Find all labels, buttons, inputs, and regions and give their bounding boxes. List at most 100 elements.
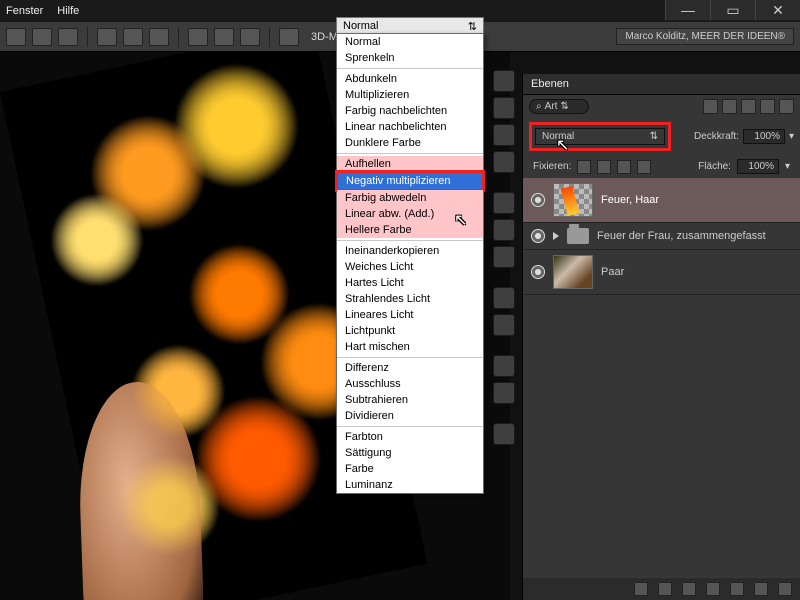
search-icon: ⌕	[536, 101, 542, 112]
blend-menu-item[interactable]: Lineares Licht	[337, 307, 483, 323]
blend-menu-item[interactable]: Ausschluss	[337, 376, 483, 392]
group-icon[interactable]	[730, 582, 744, 596]
blend-menu-item[interactable]: Farbton	[337, 429, 483, 445]
fill-value[interactable]: 100%	[737, 159, 779, 174]
filter-smart-icon[interactable]	[779, 99, 794, 114]
blend-mode-panel-select[interactable]: Normal ⇅	[535, 128, 665, 145]
opacity-value[interactable]: 100%	[743, 129, 785, 144]
blend-menu-item[interactable]: Normal	[337, 34, 483, 50]
blend-menu-item[interactable]: Negativ multiplizieren	[338, 173, 482, 189]
lock-pixels-icon[interactable]	[597, 160, 611, 174]
layer-row[interactable]: Feuer, Haar	[523, 178, 800, 223]
panel-icon-6[interactable]	[493, 219, 515, 241]
layers-panel-footer	[523, 578, 800, 600]
blend-menu-item[interactable]: Multiplizieren	[337, 87, 483, 103]
folder-icon	[567, 228, 589, 244]
window-minimize[interactable]: —	[665, 0, 710, 20]
layer-name[interactable]: Feuer, Haar	[601, 194, 659, 206]
menu-separator	[337, 240, 483, 241]
menu-separator	[337, 357, 483, 358]
blend-menu-item[interactable]: Luminanz	[337, 477, 483, 493]
align-left-icon[interactable]	[6, 28, 26, 46]
filter-adjust-icon[interactable]	[722, 99, 737, 114]
cursor-icon: ↖	[556, 135, 569, 155]
panel-icon-2[interactable]	[493, 97, 515, 119]
blend-menu-item[interactable]: Farbe	[337, 461, 483, 477]
lock-trans-icon[interactable]	[577, 160, 591, 174]
blend-menu-item[interactable]: Hartes Licht	[337, 275, 483, 291]
mask-icon[interactable]	[682, 582, 696, 596]
blend-menu-item[interactable]: Differenz	[337, 360, 483, 376]
blend-mode-dropdown[interactable]: NormalSprenkelnAbdunkelnMultiplizierenFa…	[336, 33, 484, 494]
blend-menu-item[interactable]: Sprenkeln	[337, 50, 483, 66]
expand-triangle-icon[interactable]	[553, 232, 559, 240]
blend-trigger-label: Normal	[343, 20, 378, 33]
distribute-h3-icon[interactable]	[149, 28, 169, 46]
menu-fenster[interactable]: Fenster	[6, 5, 43, 17]
panel-icon-11[interactable]	[493, 382, 515, 404]
menu-separator	[337, 426, 483, 427]
blend-menu-item[interactable]: Dividieren	[337, 408, 483, 424]
blend-menu-item[interactable]: Farbig nachbelichten	[337, 103, 483, 119]
panel-icon-4[interactable]	[493, 151, 515, 173]
fx-icon[interactable]	[658, 582, 672, 596]
panel-icon-1[interactable]	[493, 70, 515, 92]
link-layers-icon[interactable]	[634, 582, 648, 596]
blend-menu-item[interactable]: Subtrahieren	[337, 392, 483, 408]
distribute-v1-icon[interactable]	[188, 28, 208, 46]
panel-icon-9[interactable]	[493, 314, 515, 336]
blend-menu-item[interactable]: Abdunkeln	[337, 71, 483, 87]
panel-icon-5[interactable]	[493, 192, 515, 214]
layers-panel-tab[interactable]: Ebenen	[523, 74, 800, 95]
filter-text-icon[interactable]	[741, 99, 756, 114]
align-right-icon[interactable]	[58, 28, 78, 46]
menu-hilfe[interactable]: Hilfe	[57, 5, 79, 17]
layer-name[interactable]: Paar	[601, 266, 624, 278]
new-layer-icon[interactable]	[754, 582, 768, 596]
distribute-v3-icon[interactable]	[240, 28, 260, 46]
distribute-h2-icon[interactable]	[123, 28, 143, 46]
lock-label: Fixieren:	[533, 161, 571, 172]
dropdown-arrows-icon: ⇅	[468, 20, 477, 33]
distribute-space-icon[interactable]	[279, 28, 299, 46]
visibility-eye-icon[interactable]	[531, 229, 545, 243]
layer-thumb-paar[interactable]	[553, 255, 593, 289]
figure-skin	[76, 380, 205, 600]
panel-icon-7[interactable]	[493, 246, 515, 268]
blend-menu-item[interactable]: Sättigung	[337, 445, 483, 461]
lock-position-icon[interactable]	[617, 160, 631, 174]
blend-menu-item[interactable]: Strahlendes Licht	[337, 291, 483, 307]
panel-icon-3[interactable]	[493, 124, 515, 146]
align-center-h-icon[interactable]	[32, 28, 52, 46]
visibility-eye-icon[interactable]	[531, 193, 545, 207]
layer-thumb-fire[interactable]	[553, 183, 593, 217]
layer-row[interactable]: Feuer der Frau, zusammengefasst	[523, 223, 800, 250]
panel-icon-10[interactable]	[493, 355, 515, 377]
blend-menu-item[interactable]: Weiches Licht	[337, 259, 483, 275]
trash-icon[interactable]	[778, 582, 792, 596]
layer-row[interactable]: Paar	[523, 250, 800, 295]
panel-icon-12[interactable]	[493, 423, 515, 445]
blend-menu-item[interactable]: Dunklere Farbe	[337, 135, 483, 151]
blend-menu-item[interactable]: Farbig abwedeln	[337, 190, 483, 206]
blend-menu-item[interactable]: Lichtpunkt	[337, 323, 483, 339]
opacity-label: Deckkraft:	[694, 131, 739, 142]
layer-name[interactable]: Feuer der Frau, zusammengefasst	[597, 230, 766, 242]
lock-all-icon[interactable]	[637, 160, 651, 174]
distribute-h1-icon[interactable]	[97, 28, 117, 46]
blend-menu-item[interactable]: Ineinanderkopieren	[337, 243, 483, 259]
filter-shape-icon[interactable]	[760, 99, 775, 114]
layer-filter-type[interactable]: ⌕ Art ⇅	[529, 99, 589, 114]
window-maximize[interactable]: ▭	[710, 0, 755, 20]
blend-menu-item[interactable]: Hart mischen	[337, 339, 483, 355]
visibility-eye-icon[interactable]	[531, 265, 545, 279]
opacity-stepper-icon[interactable]: ▾	[789, 131, 794, 142]
filter-pixel-icon[interactable]	[703, 99, 718, 114]
window-close[interactable]: ✕	[755, 0, 800, 20]
blend-menu-item[interactable]: Linear nachbelichten	[337, 119, 483, 135]
distribute-v2-icon[interactable]	[214, 28, 234, 46]
panel-icon-8[interactable]	[493, 287, 515, 309]
chevron-down-icon: ⇅	[560, 101, 568, 112]
fill-stepper-icon[interactable]: ▾	[785, 161, 790, 172]
adjustment-icon[interactable]	[706, 582, 720, 596]
